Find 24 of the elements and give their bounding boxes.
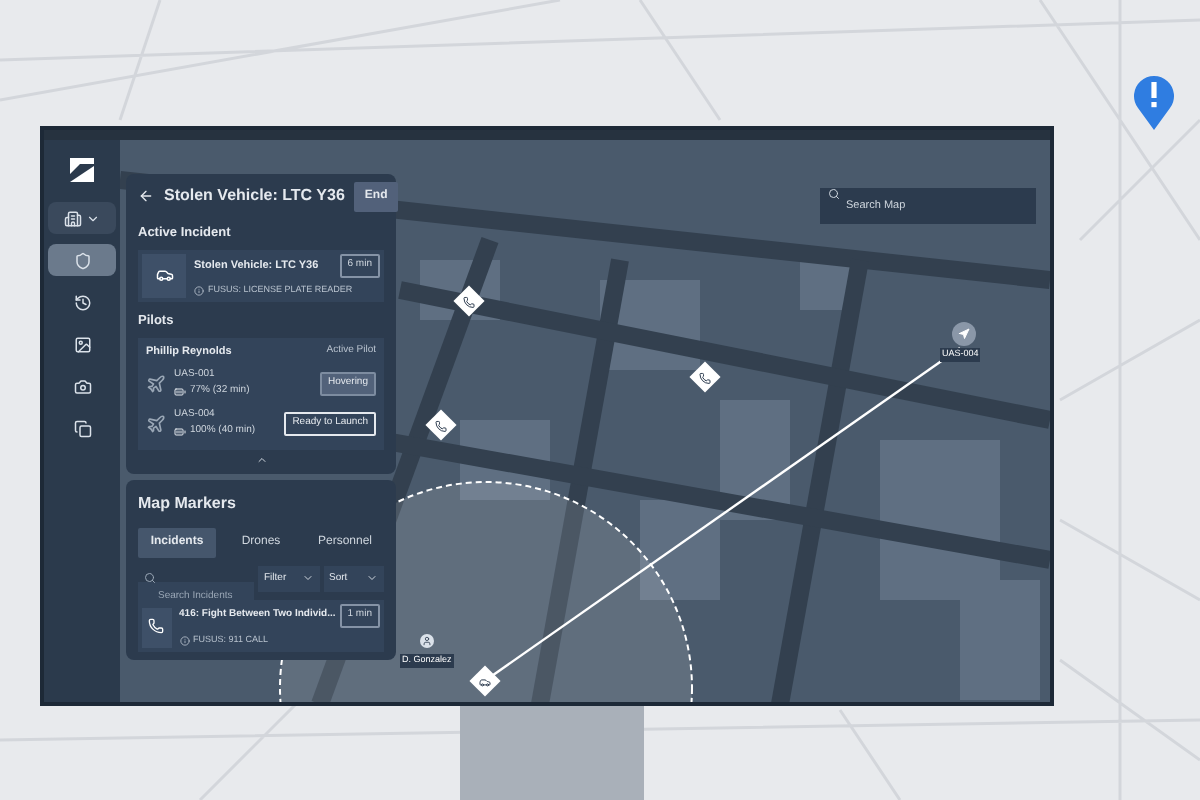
- image-icon: [73, 335, 91, 353]
- collapse-icon[interactable]: [255, 453, 267, 466]
- location-dropdown[interactable]: [48, 202, 116, 234]
- camera-icon: [73, 377, 91, 395]
- logo-icon: [68, 156, 96, 184]
- search-icon: [144, 572, 156, 585]
- shield-icon: [73, 251, 91, 269]
- panel-title: Stolen Vehicle: LTC Y36: [164, 184, 345, 208]
- battery-icon: [174, 426, 186, 438]
- back-icon[interactable]: [138, 188, 154, 204]
- car-icon: [155, 266, 173, 285]
- info-icon: [179, 635, 190, 645]
- history-icon: [73, 293, 91, 311]
- caret-icon: [366, 572, 378, 585]
- panel-title: Map Markers: [138, 491, 238, 516]
- caret-icon: [86, 211, 100, 225]
- search-icon: [828, 188, 840, 200]
- info-icon: [194, 285, 204, 295]
- phone-icon: [148, 617, 165, 634]
- alert-pin-icon[interactable]: [1132, 72, 1176, 132]
- copy-icon: [73, 419, 91, 437]
- rail-button[interactable]: [48, 244, 116, 276]
- caret-icon: [301, 572, 313, 585]
- battery-icon: [174, 386, 186, 398]
